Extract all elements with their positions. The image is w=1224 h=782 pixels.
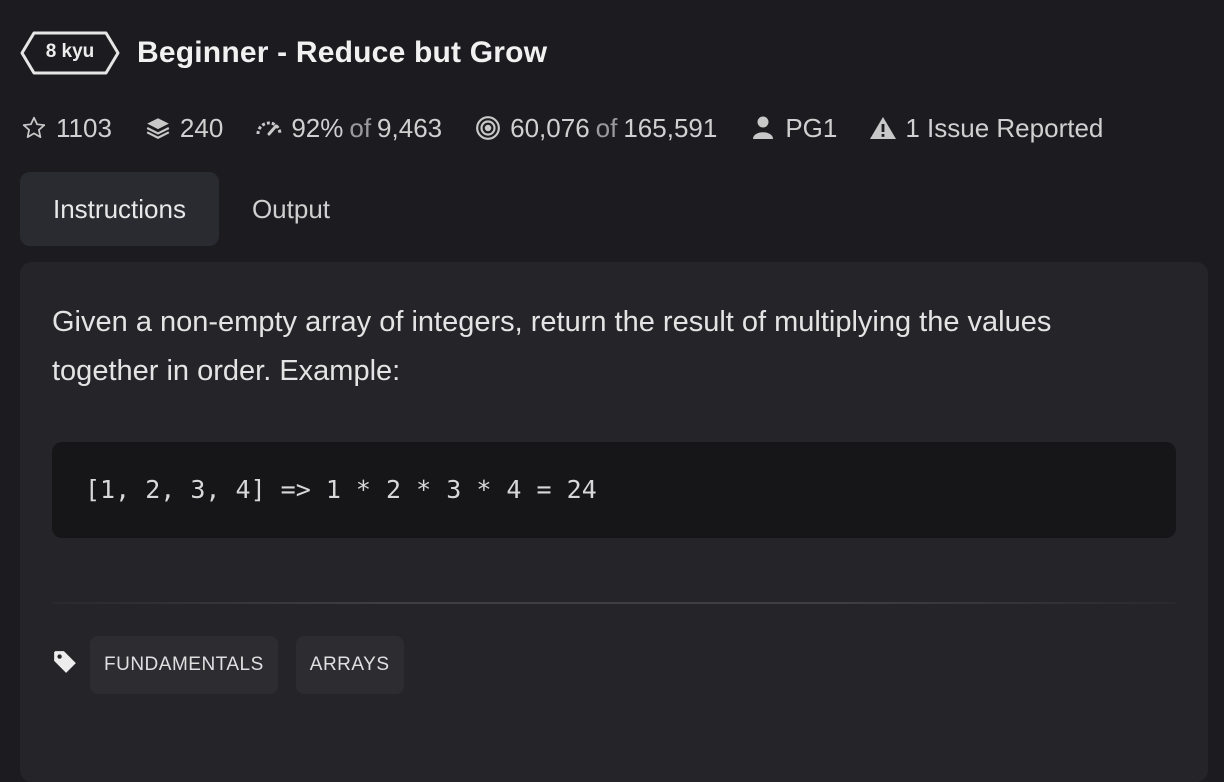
rank-badge: 8 kyu (20, 30, 120, 76)
completed-count: 60,076 (510, 112, 590, 143)
completed-of: of (595, 112, 618, 143)
user-icon (749, 114, 777, 142)
kata-header: 8 kyu Beginner - Reduce but Grow (20, 30, 547, 76)
kata-description: Given a non-empty array of integers, ret… (52, 306, 1052, 387)
collections-count: 240 (179, 112, 224, 143)
tab-output[interactable]: Output (219, 172, 363, 246)
author-stat[interactable]: PG1 (749, 113, 837, 144)
tag-arrays[interactable]: ARRAYS (295, 636, 404, 694)
instructions-panel: Given a non-empty array of integers, ret… (20, 262, 1208, 782)
divider (52, 602, 1176, 604)
gauge-icon (255, 114, 283, 142)
target-icon (474, 114, 502, 142)
tab-instructions[interactable]: Instructions (20, 172, 219, 246)
attempted-count: 165,591 (623, 112, 718, 143)
tag-list: FUNDAMENTALS ARRAYS (52, 636, 422, 694)
kata-title: Beginner - Reduce but Grow (137, 36, 548, 69)
tag-fundamentals[interactable]: FUNDAMENTALS (90, 636, 278, 694)
collections-stat: 240 (144, 113, 223, 144)
star-outline-icon (20, 114, 48, 142)
stars-count: 1103 (56, 112, 112, 143)
satisfaction-percent: 92% (291, 112, 344, 143)
kata-tabs: Instructions Output (20, 172, 363, 246)
issues-stat[interactable]: 1 Issue Reported (869, 113, 1103, 144)
satisfaction-of: of (349, 112, 372, 143)
satisfaction-stat: 92% of 9,463 (255, 113, 442, 144)
tag-icon (52, 649, 78, 675)
satisfaction-votes: 9,463 (377, 112, 443, 143)
completion-stat: 60,076 of 165,591 (474, 113, 717, 144)
code-example: [1, 2, 3, 4] => 1 * 2 * 3 * 4 = 24 (52, 442, 1176, 538)
stars-stat[interactable]: 1103 (20, 113, 112, 144)
kata-stats: 1103 240 92% of 9,463 60,076 of 165,591 … (20, 110, 1135, 146)
author-name: PG1 (785, 112, 838, 143)
rank-label: 8 kyu (45, 41, 95, 62)
issues-text: 1 Issue Reported (905, 112, 1104, 143)
code-example-text: [1, 2, 3, 4] => 1 * 2 * 3 * 4 = 24 (85, 475, 597, 504)
warning-icon (869, 114, 897, 142)
layers-icon (144, 114, 172, 142)
